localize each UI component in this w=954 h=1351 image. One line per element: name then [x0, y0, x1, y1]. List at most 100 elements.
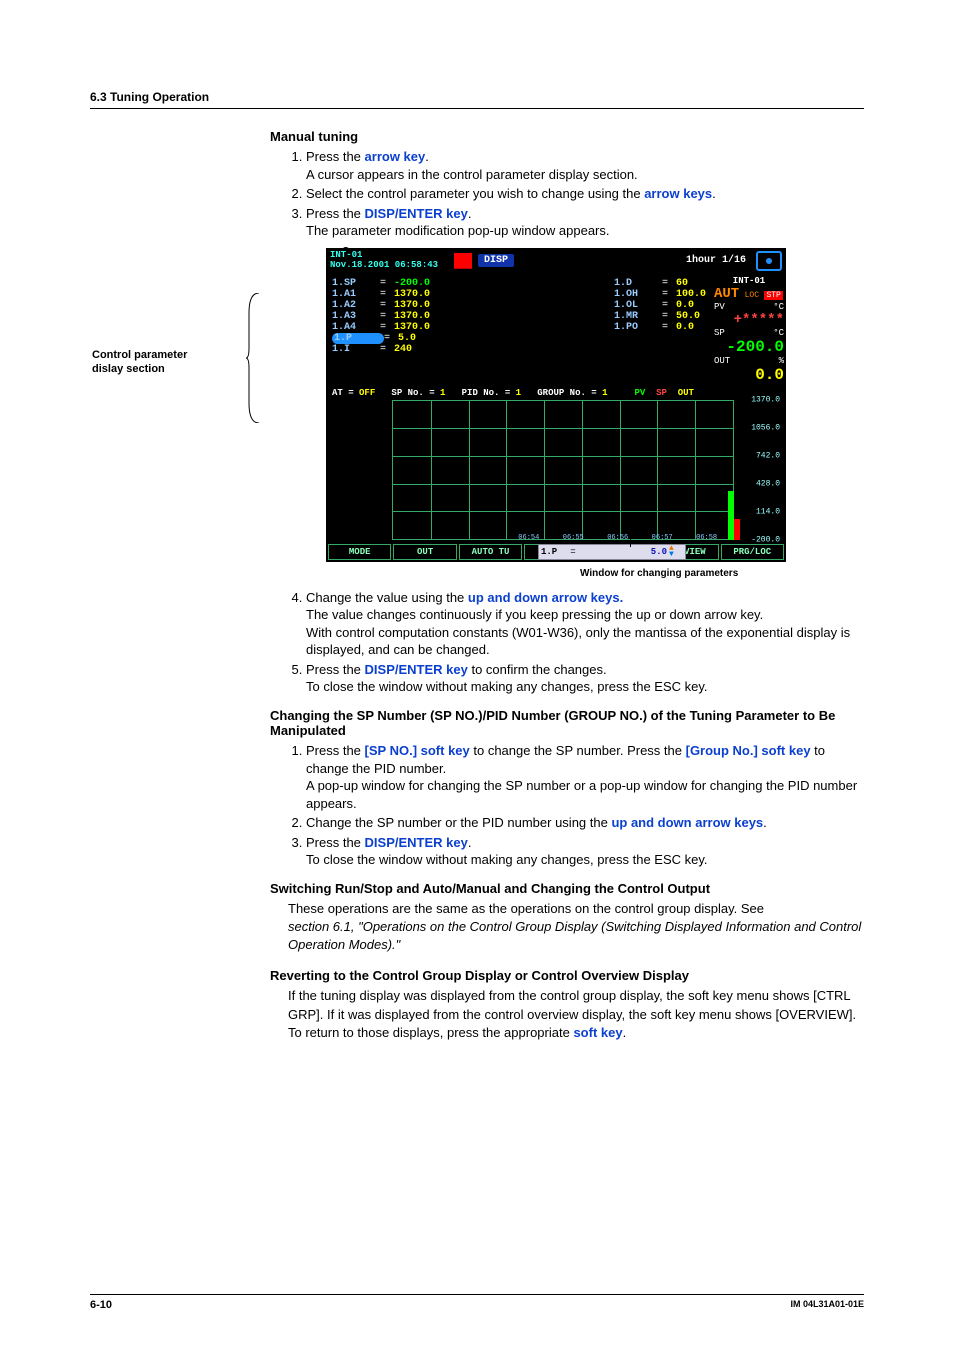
step-note: With control computation constants (W01-…: [306, 624, 864, 659]
stp-label: STP: [764, 291, 782, 300]
y-tick: 428.0: [756, 479, 780, 488]
legend-pv: PV: [635, 388, 646, 398]
softkey[interactable]: MODE: [328, 544, 391, 560]
text: SP No. =: [391, 388, 440, 398]
trend-chart: 1370.01056.0742.0428.0114.0-200.0 06:540…: [392, 400, 782, 540]
disp-enter-key-label: DISP/ENTER key: [365, 835, 468, 850]
step-note: The value changes continuously if you ke…: [306, 606, 864, 624]
popup-eq: =: [567, 547, 579, 557]
param-row[interactable]: 1.A3= 1370.0: [332, 311, 602, 322]
updown-keys-label: up and down arrow keys: [611, 815, 763, 830]
y-tick: 1056.0: [751, 423, 780, 432]
page-footer: 6-10 IM 04L31A01-01E: [90, 1294, 864, 1311]
screen-datetime: Nov.18.2001 06:58:43: [330, 261, 438, 271]
disp-button[interactable]: DISP: [478, 254, 514, 267]
heading-switching: Switching Run/Stop and Auto/Manual and C…: [270, 881, 864, 896]
text: Press the: [306, 149, 365, 164]
x-tick: 06:54: [518, 534, 539, 542]
heading-manual-tuning: Manual tuning: [270, 129, 864, 144]
text: Press the: [306, 206, 365, 221]
legend-out: OUT: [678, 388, 694, 398]
softkey[interactable]: PRG/LOC: [721, 544, 784, 560]
tuning-screenshot-figure: Cursor Control parameter dislay section …: [270, 248, 864, 579]
step-note: To close the window without making any c…: [306, 851, 864, 869]
param-row[interactable]: 1.SP= -200.0: [332, 278, 602, 289]
doc-number: IM 04L31A01-01E: [790, 1299, 864, 1311]
sp-value: -200.0: [714, 338, 784, 356]
panel-id: INT-01: [714, 276, 784, 286]
reverting-para: If the tuning display was displayed from…: [288, 987, 864, 1042]
text: .: [623, 1025, 627, 1040]
text: .: [425, 149, 429, 164]
y-tick: 742.0: [756, 451, 780, 460]
legend-sp: SP: [656, 388, 667, 398]
step-4: Change the value using the up and down a…: [306, 589, 864, 659]
param-row[interactable]: 1.A4= 1370.0: [332, 322, 602, 333]
softkey[interactable]: AUTO TU: [459, 544, 522, 560]
groupno-softkey-label: [Group No.] soft key: [686, 743, 811, 758]
pv-value: +*****: [714, 312, 784, 328]
title-block: INT-01 Nov.18.2001 06:58:43: [330, 251, 438, 271]
popup-param-name: 1.P: [541, 547, 567, 557]
text: Press the: [306, 662, 365, 677]
status-panel: INT-01 AUT LOC STP PV°C +***** SP°C -200…: [712, 274, 786, 386]
softkey[interactable]: OUT: [393, 544, 456, 560]
disp-enter-key-label: DISP/ENTER key: [365, 206, 468, 221]
text: to change the SP number. Press the: [470, 743, 686, 758]
x-tick: 06:56: [607, 534, 628, 542]
pv-label: PV: [714, 302, 725, 312]
reference-text: section 6.1, "Operations on the Control …: [288, 919, 861, 952]
parameter-edit-popup[interactable]: 1.P = 5.0 ▲▼: [538, 544, 686, 560]
arrow-key-label: arrow key: [365, 149, 426, 164]
params-col-2: 1.D= 601.OH= 100.01.OL= 0.01.MR= 50.01.P…: [608, 274, 712, 386]
param-row[interactable]: 1.P= 5.0: [332, 333, 602, 344]
param-row[interactable]: 1.OH= 100.0: [614, 289, 706, 300]
pv-unit: °C: [773, 302, 784, 312]
pidno-value: 1: [516, 388, 521, 398]
text: Press the: [306, 743, 365, 758]
param-row[interactable]: 1.OL= 0.0: [614, 300, 706, 311]
param-row[interactable]: 1.I= 240: [332, 344, 602, 355]
popup-value: 5.0: [579, 547, 669, 557]
text: to confirm the changes.: [468, 662, 607, 677]
text: dislay section: [92, 363, 165, 375]
page-number: 6-10: [90, 1299, 112, 1311]
heading-reverting: Reverting to the Control Group Display o…: [270, 968, 864, 983]
softkey-label: soft key: [573, 1025, 622, 1040]
arrow-keys-label: arrow keys: [644, 186, 712, 201]
arrow-down-icon[interactable]: ▼: [669, 552, 683, 558]
step-2: Select the control parameter you wish to…: [306, 185, 864, 203]
out-unit: %: [779, 356, 784, 366]
text: Change the SP number or the PID number u…: [306, 815, 611, 830]
text: Change the value using the: [306, 590, 468, 605]
step-note: The parameter modification pop-up window…: [306, 222, 864, 240]
switching-para: These operations are the same as the ope…: [288, 900, 864, 955]
popup-arrows[interactable]: ▲▼: [669, 546, 683, 558]
text: .: [468, 835, 472, 850]
text: Control parameter: [92, 349, 187, 361]
y-tick: -200.0: [751, 535, 780, 544]
disp-enter-key-label: DISP/ENTER key: [365, 662, 468, 677]
loc-label: LOC: [745, 291, 759, 300]
at-value: OFF: [359, 388, 375, 398]
text: Press the: [306, 835, 365, 850]
titlebar: INT-01 Nov.18.2001 06:58:43 DISP 1hour 1…: [326, 248, 786, 274]
sp-label: SP: [714, 328, 725, 338]
param-row[interactable]: 1.PO= 0.0: [614, 322, 706, 333]
param-row[interactable]: 1.MR= 50.0: [614, 311, 706, 322]
param-row[interactable]: 1.D= 60: [614, 278, 706, 289]
params-col-1: 1.SP= -200.01.A1= 1370.01.A2= 1370.01.A3…: [326, 274, 608, 386]
sp-unit: °C: [773, 328, 784, 338]
step-5: Press the DISP/ENTER key to confirm the …: [306, 661, 864, 696]
y-tick: 114.0: [756, 507, 780, 516]
param-row[interactable]: 1.A1= 1370.0: [332, 289, 602, 300]
text: .: [468, 206, 472, 221]
sp-step-2: Change the SP number or the PID number u…: [306, 814, 864, 832]
record-icon: [756, 251, 782, 271]
param-row[interactable]: 1.A2= 1370.0: [332, 300, 602, 311]
side-callout: Control parameter dislay section: [92, 348, 242, 377]
time-scale: 1hour 1/16: [686, 255, 746, 266]
x-tick: 06:55: [563, 534, 584, 542]
out-value: 0.0: [714, 366, 784, 384]
text: PID No. =: [462, 388, 516, 398]
